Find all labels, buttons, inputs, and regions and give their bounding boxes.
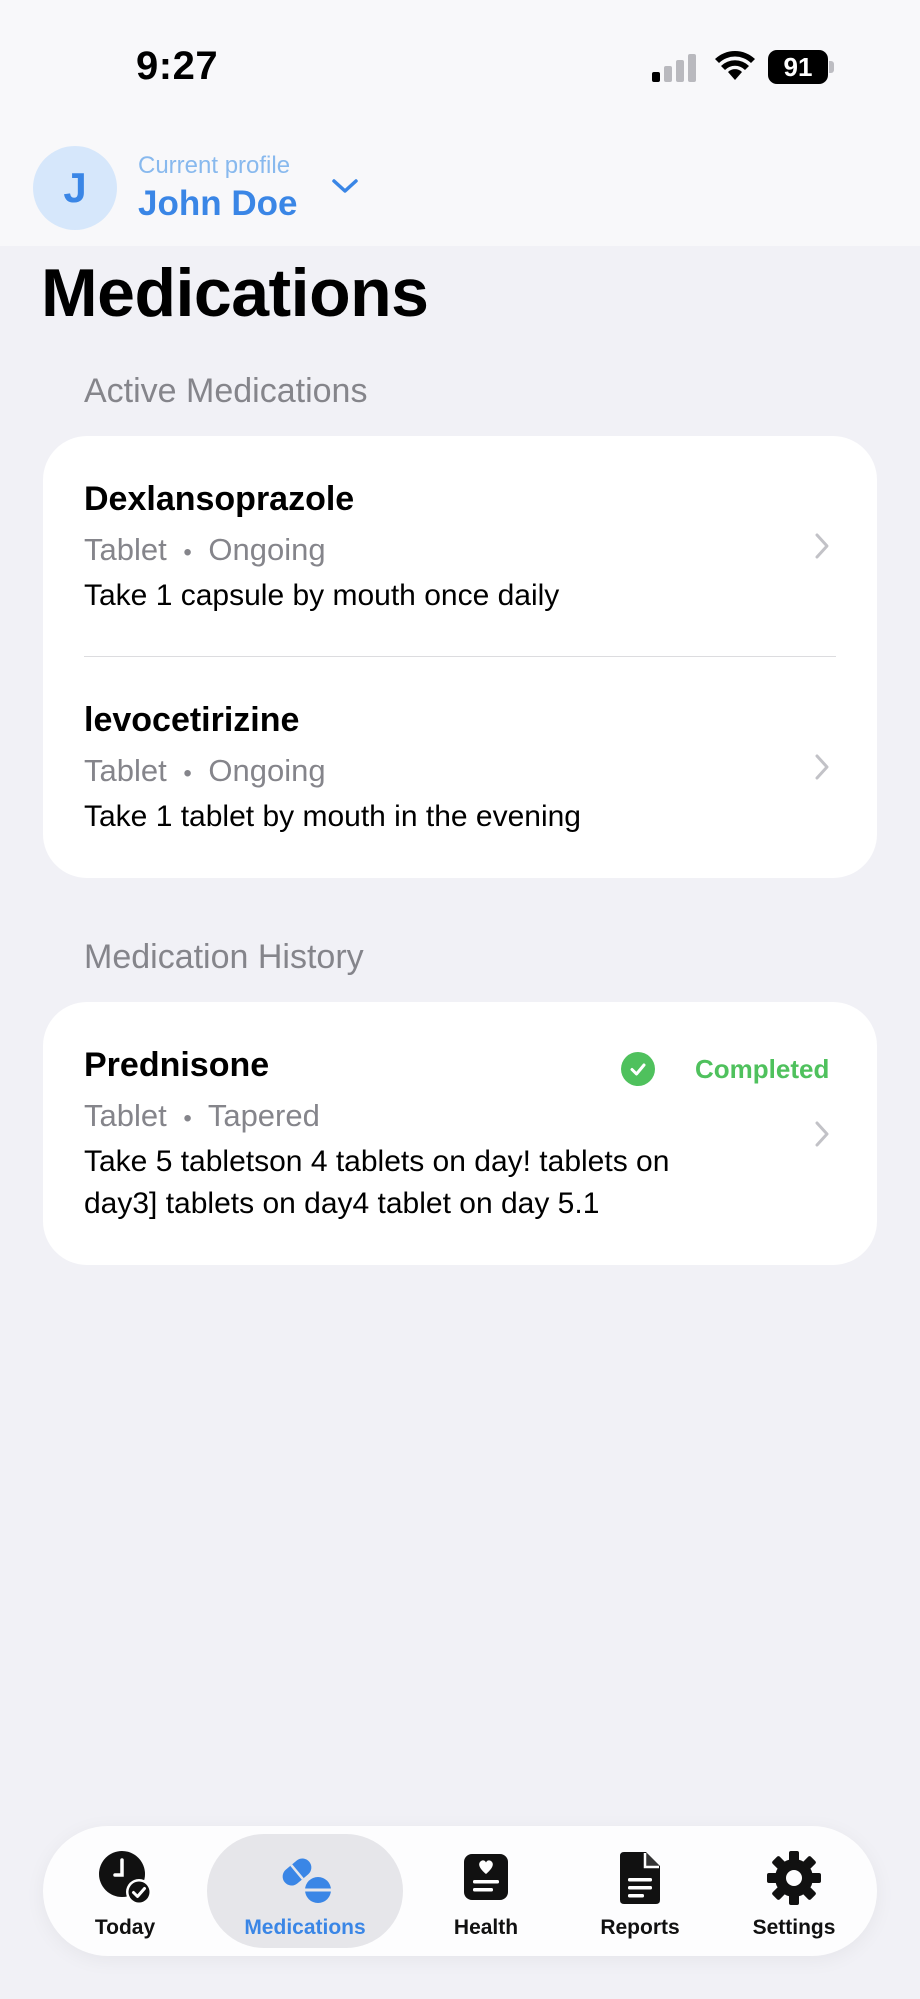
medication-instructions: Take 1 tablet by mouth in the evening [84, 800, 581, 833]
medication-form: Tablet [84, 1098, 167, 1133]
check-circle-icon [621, 1052, 655, 1086]
tab-medications[interactable]: Medications [207, 1834, 403, 1948]
active-medications-card: Dexlansoprazole Tablet • Ongoing Take 1 … [43, 436, 877, 878]
tab-bar: Today Medications Health Reports Setting… [43, 1826, 877, 1956]
tab-label: Reports [600, 1916, 680, 1939]
pills-icon [282, 1858, 331, 1903]
medication-row[interactable]: Prednisone Completed Tablet • Tapered Ta… [43, 1002, 877, 1265]
medication-row[interactable]: Dexlansoprazole Tablet • Ongoing Take 1 … [43, 436, 877, 656]
medication-history-title: Medication History [84, 938, 364, 976]
badge-label: Completed [695, 1053, 830, 1084]
medication-row[interactable]: levocetirizine Tablet • Ongoing Take 1 t… [43, 657, 877, 878]
gear-icon [767, 1851, 821, 1905]
instructions-line: Take 5 tabletson 4 tablets on day! table… [84, 1145, 670, 1178]
tab-label: Settings [752, 1916, 836, 1939]
current-profile-label: Current profile [138, 152, 291, 179]
medication-status: Ongoing [208, 753, 326, 788]
medication-history-card: Prednisone Completed Tablet • Tapered Ta… [43, 1002, 877, 1265]
meta-separator: • [183, 760, 192, 787]
profile-avatar[interactable]: J [33, 146, 117, 230]
medication-instructions: Take 5 tabletson 4 tablets on day! table… [84, 1141, 669, 1225]
health-record-icon [464, 1854, 508, 1900]
battery-level: 91 [768, 50, 828, 84]
medication-meta: Tablet • Tapered [84, 1098, 320, 1134]
medication-status: Ongoing [208, 532, 326, 567]
medication-name: Prednisone [84, 1046, 270, 1084]
tab-label: Health [453, 1916, 519, 1939]
active-medications-title: Active Medications [84, 372, 368, 410]
medication-status: Tapered [207, 1098, 320, 1133]
profile-name[interactable]: John Doe [138, 184, 297, 224]
status-bar: 9:27 91 [0, 0, 920, 140]
tab-today[interactable]: Today [59, 1834, 191, 1948]
medication-name: Dexlansoprazole [84, 480, 355, 518]
tab-settings[interactable]: Settings [719, 1834, 869, 1948]
tab-reports[interactable]: Reports [565, 1834, 715, 1948]
medication-meta: Tablet • Ongoing [84, 532, 326, 568]
tab-health[interactable]: Health [411, 1834, 561, 1948]
meta-separator: • [183, 1105, 192, 1132]
chevron-right-icon [815, 533, 829, 559]
chevron-down-icon[interactable] [330, 176, 360, 196]
battery-icon: 91 [768, 50, 834, 84]
tab-label: Today [94, 1916, 156, 1939]
status-time: 9:27 [136, 44, 219, 88]
page-title: Medications [41, 255, 429, 331]
cellular-signal-icon [652, 52, 698, 82]
clock-check-icon [99, 1851, 152, 1905]
tab-label: Medications [244, 1916, 366, 1939]
document-icon [620, 1852, 660, 1904]
medication-name: levocetirizine [84, 701, 300, 739]
medication-form: Tablet [84, 753, 167, 788]
medication-instructions: Take 1 capsule by mouth once daily [84, 579, 560, 612]
chevron-right-icon [815, 754, 829, 780]
wifi-icon [715, 51, 755, 80]
meta-separator: • [183, 539, 192, 566]
medication-meta: Tablet • Ongoing [84, 753, 326, 789]
medication-form: Tablet [84, 532, 167, 567]
instructions-line: day3] tablets on day4 tablet on day 5.1 [84, 1187, 600, 1220]
chevron-right-icon [815, 1121, 829, 1147]
status-badge: Completed [621, 1052, 829, 1086]
